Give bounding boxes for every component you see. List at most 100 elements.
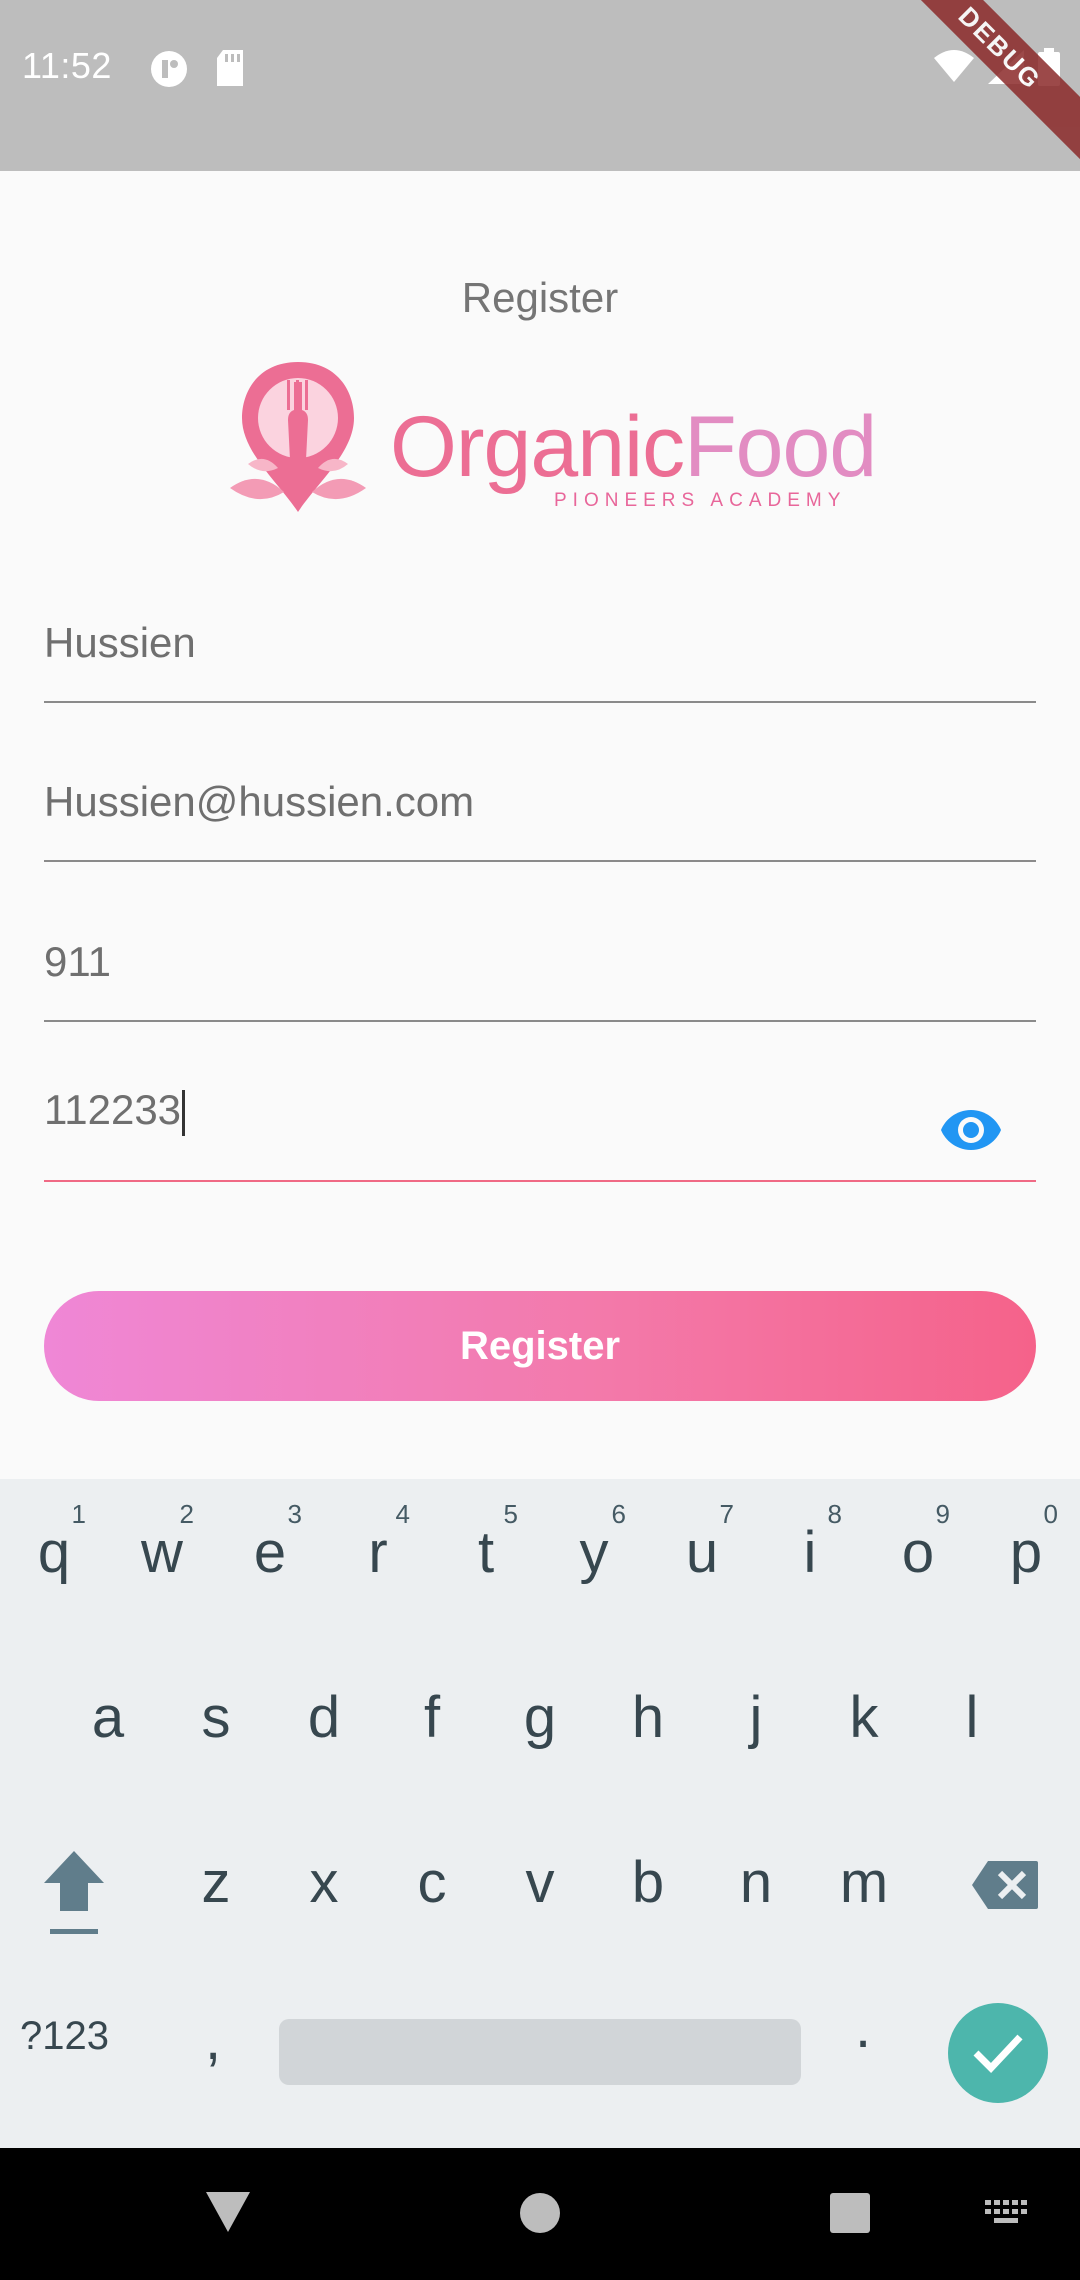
key-b[interactable]: b [598,1809,698,1969]
email-field[interactable]: Hussien@hussien.com [44,752,1036,862]
done-key[interactable] [948,2003,1048,2103]
page-title: Register [461,274,619,321]
key-char: p [1009,1520,1043,1585]
key-char: k [849,1685,879,1750]
keyboard-row-2: a s d f ghj k l [0,1644,1080,1804]
key-char: t [477,1520,495,1585]
key-j[interactable]: j [706,1644,806,1804]
key-g[interactable]: g [490,1644,590,1804]
key-n[interactable]: n [706,1809,806,1969]
shift-icon [42,1849,106,1940]
comma-key[interactable]: , [205,2006,221,2073]
password-field-value: 112233 [44,1086,182,1133]
key-char: r [368,1520,388,1585]
key-char: v [525,1850,555,1915]
key-y[interactable]: y6 [544,1479,644,1639]
key-char: s [201,1685,231,1750]
key-s[interactable]: s [166,1644,266,1804]
key-char: n [739,1850,773,1915]
key-char: o [901,1520,935,1585]
key-hint: 5 [503,1499,518,1529]
key-r[interactable]: r4 [328,1479,428,1639]
password-field-wrapper: 112233 [44,1086,186,1136]
name-field[interactable]: Hussien [44,593,1036,703]
recents-square-icon[interactable] [829,2192,871,2239]
key-l[interactable]: l [922,1644,1022,1804]
soft-keyboard: q1w2e3r4t5y6u7i8o9p0 asdfghjkl zxcvbnm ?… [0,1479,1080,2148]
key-e[interactable]: e3 [220,1479,320,1639]
key-k[interactable]: k [814,1644,914,1804]
back-triangle-icon[interactable] [204,2190,252,2239]
key-char: b [631,1850,665,1915]
key-t[interactable]: t5 [436,1479,536,1639]
key-char: y [579,1520,609,1585]
status-time: 11:52 [22,45,112,86]
key-char: g [523,1685,557,1750]
key-o[interactable]: o9 [868,1479,968,1639]
key-m[interactable]: m [814,1809,914,1969]
wifi-icon [934,50,974,89]
key-x[interactable]: x [274,1809,374,1969]
key-p[interactable]: p0 [976,1479,1076,1639]
keyboard-row-1: q1w2e3r4t5y6u7i8o9p0 [0,1479,1080,1639]
app-notification-icon [150,50,188,93]
logo-brand-organic: Organic [390,399,685,495]
key-u[interactable]: u7 [652,1479,752,1639]
key-f[interactable]: f [382,1644,482,1804]
key-q[interactable]: q1 [4,1479,104,1639]
key-a[interactable]: a [58,1644,158,1804]
email-field-value: Hussien@hussien.com [44,778,475,825]
key-char: u [685,1520,719,1585]
phone-field[interactable]: 911 [44,912,1036,1022]
key-hint: 9 [935,1499,950,1529]
key-hint: 0 [1043,1499,1058,1529]
key-w[interactable]: w2 [112,1479,212,1639]
key-h[interactable]: h [598,1644,698,1804]
key-d[interactable]: d [274,1644,374,1804]
key-char: a [91,1685,125,1750]
key-char: c [417,1850,447,1915]
key-i[interactable]: i8 [760,1479,860,1639]
key-hint: 1 [71,1499,86,1529]
logo-brand-food: Food [684,399,877,495]
key-hint: 4 [395,1499,410,1529]
key-hint: 8 [827,1499,842,1529]
key-char: l [965,1685,979,1750]
shift-key[interactable] [24,1809,124,1969]
symbols-key[interactable]: ?123 [20,2014,109,2059]
space-bar[interactable] [279,2019,801,2085]
keyboard-switch-icon[interactable] [985,2200,1029,2233]
key-char: j [749,1685,763,1750]
home-circle-icon[interactable] [519,2192,561,2239]
key-hint: 7 [719,1499,734,1529]
register-screen: 11:52 DEBUG Register OrganicFood PIONEER… [0,0,1080,2280]
key-char: x [309,1850,339,1915]
key-v[interactable]: v [490,1809,590,1969]
key-char: q [37,1520,71,1585]
key-char: d [307,1685,341,1750]
backspace-key[interactable] [958,1809,1058,1969]
phone-field-value: 911 [44,938,111,985]
sd-card-icon [215,50,245,91]
check-icon [972,2031,1024,2080]
key-char: m [839,1850,889,1915]
text-cursor [182,1089,186,1136]
logo-brand-text: OrganicFood [390,398,877,497]
key-c[interactable]: c [382,1809,482,1969]
password-field[interactable]: 112233 [44,1072,1036,1182]
register-button[interactable]: Register [44,1291,1036,1401]
name-field-value: Hussien [44,619,196,666]
logo-tagline: PIONEERS ACADEMY [554,490,847,511]
key-char: f [423,1685,441,1750]
key-z[interactable]: z [166,1809,266,1969]
period-key[interactable]: . [855,1994,871,2061]
key-char: e [253,1520,287,1585]
key-hint: 2 [179,1499,194,1529]
backspace-icon [970,1859,1040,1916]
status-bar: 11:52 DEBUG [0,0,1080,171]
key-char: i [803,1520,817,1585]
key-char: w [141,1520,183,1585]
fork-location-pin-icon [228,352,368,527]
eye-icon[interactable] [940,1108,1002,1157]
keyboard-row-3: zx c v b n m [0,1809,1080,1969]
